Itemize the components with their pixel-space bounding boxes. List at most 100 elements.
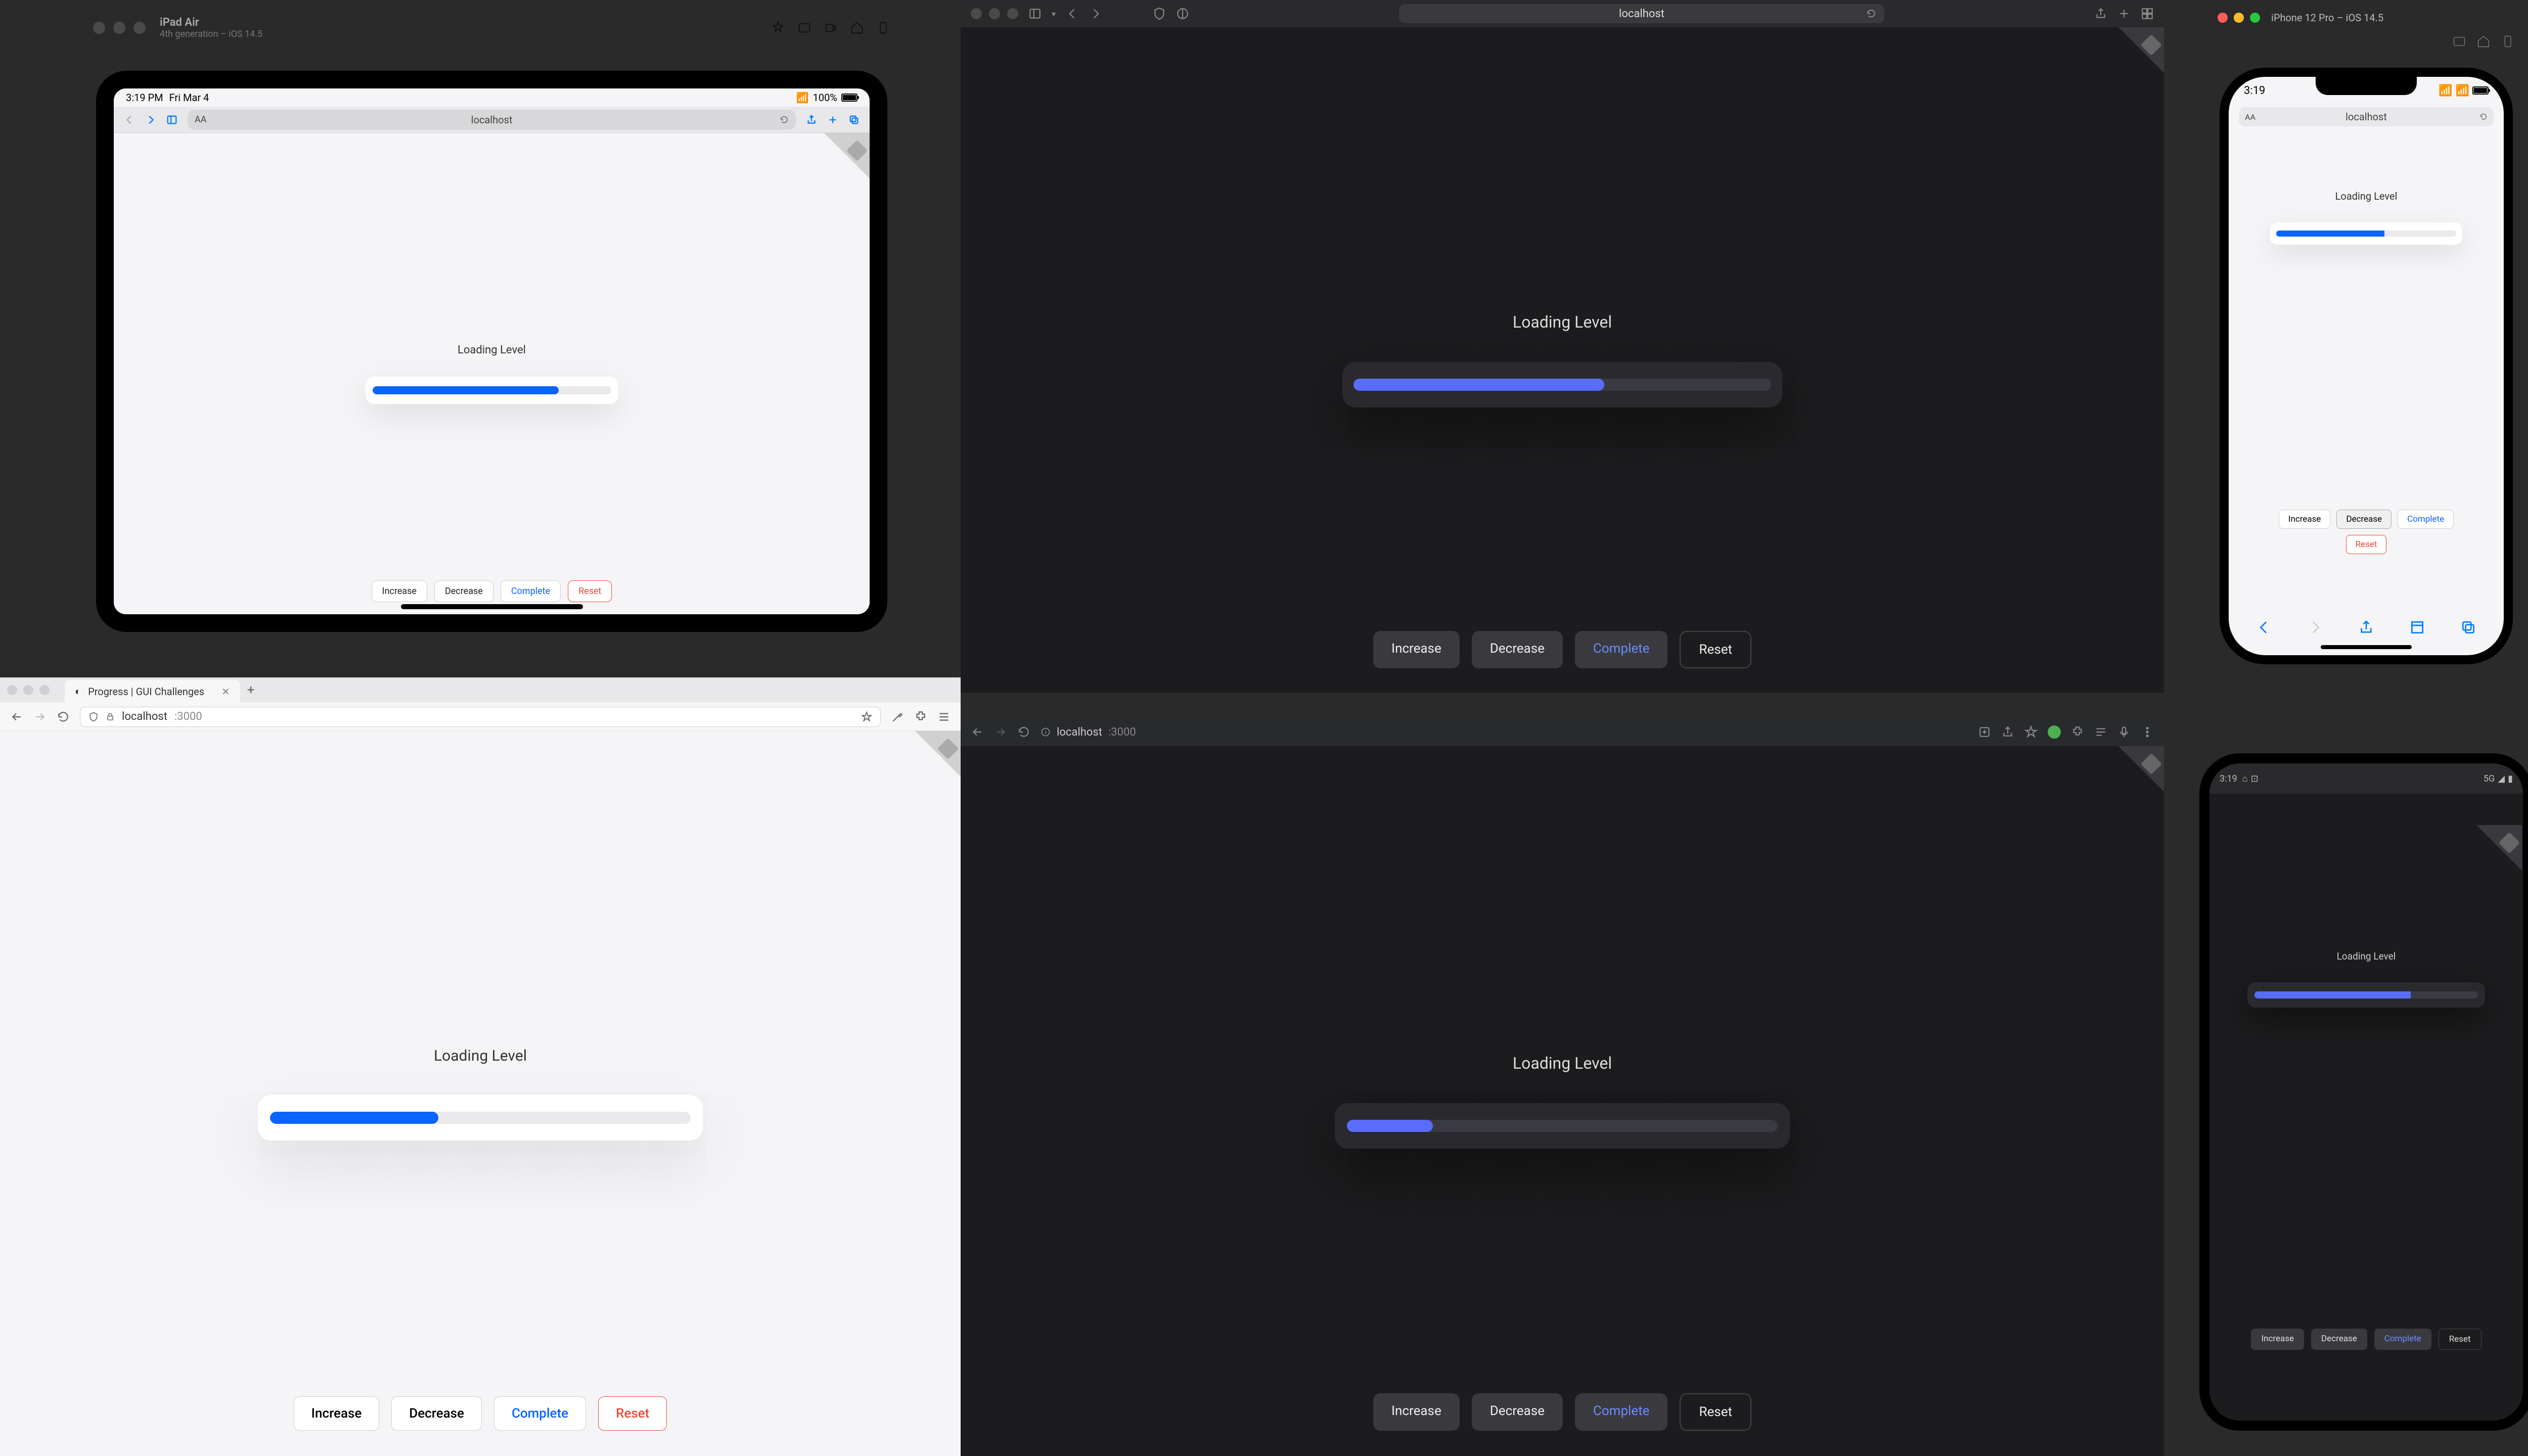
decrease-button[interactable]: Decrease [1472, 631, 1563, 668]
home-icon[interactable] [2476, 34, 2491, 49]
reload-icon[interactable] [780, 115, 789, 124]
increase-button[interactable]: Increase [2251, 1329, 2304, 1350]
forward-button[interactable] [145, 114, 156, 125]
reader-icon[interactable]: AA [2245, 112, 2255, 122]
complete-button[interactable]: Complete [2374, 1329, 2431, 1350]
home-indicator[interactable] [401, 604, 583, 609]
back-icon[interactable] [1066, 7, 1079, 20]
zoom-traffic-light[interactable] [1007, 8, 1018, 19]
home-icon[interactable] [850, 21, 864, 35]
rotate-icon[interactable] [2501, 34, 2515, 49]
shield-icon[interactable] [88, 712, 99, 722]
zoom-traffic-light[interactable] [39, 685, 50, 695]
tabs-icon[interactable] [2141, 7, 2154, 20]
bookmark-star-icon[interactable] [861, 711, 872, 722]
share-icon[interactable] [806, 114, 817, 125]
home-indicator[interactable] [2321, 645, 2412, 649]
decrease-button[interactable]: Decrease [1472, 1393, 1563, 1431]
record-icon[interactable] [824, 21, 838, 35]
back-button[interactable] [124, 114, 135, 125]
rotate-icon[interactable] [876, 21, 890, 35]
new-tab-icon[interactable] [827, 114, 838, 125]
complete-button[interactable]: Complete [2398, 510, 2454, 529]
back-icon[interactable] [2256, 619, 2272, 635]
forward-icon[interactable] [33, 710, 47, 723]
close-traffic-light[interactable] [93, 22, 105, 34]
reload-icon[interactable] [57, 710, 70, 723]
close-traffic-light[interactable] [2218, 13, 2228, 23]
minimize-traffic-light[interactable] [113, 22, 125, 34]
minimize-traffic-light[interactable] [23, 685, 33, 695]
increase-button[interactable]: Increase [372, 580, 427, 602]
install-icon[interactable] [1978, 725, 1991, 739]
back-icon[interactable] [971, 725, 984, 739]
complete-button[interactable]: Complete [501, 580, 561, 602]
bookmark-star-icon[interactable] [2024, 725, 2038, 739]
extension-icon[interactable] [2048, 725, 2061, 739]
back-icon[interactable] [10, 710, 23, 723]
dropdown-icon[interactable]: ▾ [1052, 9, 1056, 19]
browser-tab[interactable]: ◐ Progress | GUI Challenges ✕ [65, 680, 240, 703]
info-icon[interactable] [1041, 727, 1051, 737]
share-icon[interactable] [2001, 725, 2014, 739]
reading-list-icon[interactable] [2094, 725, 2107, 739]
reader-icon[interactable]: AA [195, 114, 206, 125]
url-bar[interactable]: AA localhost [188, 110, 796, 130]
minimize-traffic-light[interactable] [989, 8, 1000, 19]
reload-icon[interactable] [2479, 113, 2488, 121]
complete-button[interactable]: Complete [494, 1396, 586, 1431]
lock-icon[interactable] [106, 712, 115, 721]
sidebar-icon[interactable] [1028, 7, 1042, 20]
decrease-button[interactable]: Decrease [391, 1396, 482, 1431]
share-icon[interactable] [2094, 7, 2107, 20]
reset-button[interactable]: Reset [598, 1396, 667, 1431]
reset-button[interactable]: Reset [2346, 535, 2387, 554]
decrease-button[interactable]: Decrease [434, 580, 493, 602]
forward-icon[interactable] [2307, 619, 2323, 635]
menu-icon[interactable] [2141, 725, 2154, 739]
increase-button[interactable]: Increase [2279, 510, 2331, 529]
close-tab-icon[interactable]: ✕ [221, 686, 230, 698]
zoom-traffic-light[interactable] [2250, 13, 2260, 23]
reload-icon[interactable] [1017, 725, 1030, 739]
forward-icon[interactable] [1089, 7, 1102, 20]
reset-button[interactable]: Reset [1680, 1393, 1751, 1431]
extensions-icon[interactable] [2071, 725, 2084, 739]
complete-button[interactable]: Complete [1575, 1393, 1668, 1431]
reset-button[interactable]: Reset [1680, 631, 1751, 668]
reset-button[interactable]: Reset [2439, 1329, 2481, 1350]
increase-button[interactable]: Increase [294, 1396, 380, 1431]
reload-icon[interactable] [1866, 9, 1876, 19]
share-icon[interactable] [2358, 619, 2374, 635]
url-bar[interactable]: localhost:3000 [1041, 726, 1968, 739]
decrease-button[interactable]: Decrease [2336, 510, 2391, 529]
screenshot-icon[interactable] [2452, 34, 2466, 49]
new-tab-icon[interactable] [2117, 7, 2131, 20]
appearance-icon[interactable] [1176, 7, 1189, 20]
decrease-button[interactable]: Decrease [2311, 1329, 2367, 1350]
extension-icon[interactable] [914, 710, 927, 723]
appearance-icon[interactable] [771, 21, 785, 35]
url-bar[interactable]: AA localhost [2239, 107, 2494, 126]
url-bar[interactable]: localhost [1399, 4, 1884, 23]
screenshot-icon[interactable] [797, 21, 811, 35]
eyedropper-icon[interactable] [891, 710, 904, 723]
increase-button[interactable]: Increase [1373, 1393, 1460, 1431]
mic-icon[interactable] [2117, 725, 2131, 739]
minimize-traffic-light[interactable] [2234, 13, 2244, 23]
menu-icon[interactable] [937, 710, 951, 723]
close-traffic-light[interactable] [7, 685, 17, 695]
new-tab-button[interactable]: + [247, 682, 255, 698]
increase-button[interactable]: Increase [1373, 631, 1460, 668]
tabs-icon[interactable] [2460, 619, 2476, 635]
sidebar-icon[interactable] [166, 114, 177, 125]
tabs-icon[interactable] [848, 114, 860, 125]
forward-icon[interactable] [994, 725, 1007, 739]
reset-button[interactable]: Reset [568, 580, 612, 602]
bookmarks-icon[interactable] [2409, 619, 2425, 635]
complete-button[interactable]: Complete [1575, 631, 1668, 668]
shield-icon[interactable] [1153, 7, 1166, 20]
zoom-traffic-light[interactable] [133, 22, 146, 34]
close-traffic-light[interactable] [971, 8, 982, 19]
url-bar[interactable]: localhost:3000 [80, 707, 881, 727]
